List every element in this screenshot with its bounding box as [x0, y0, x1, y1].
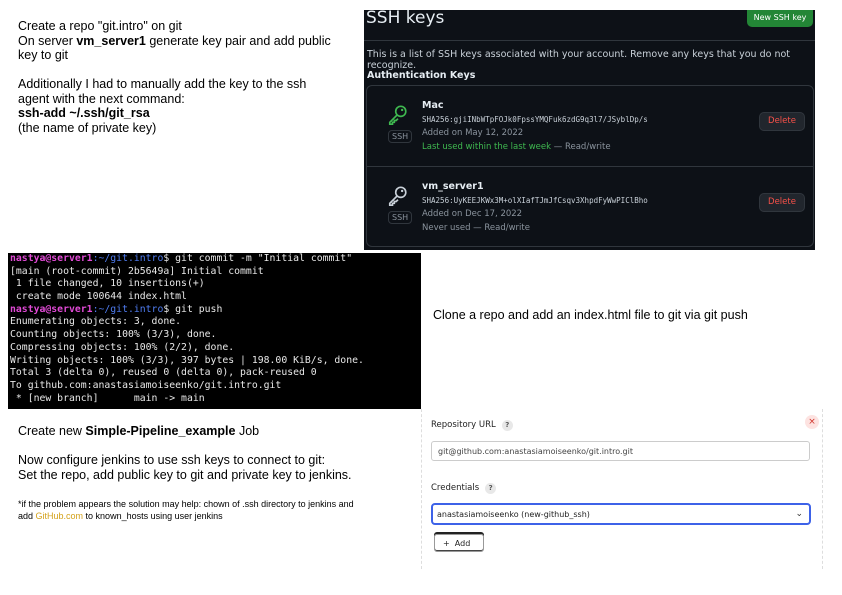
terminal-output-line: Writing objects: 100% (3/3), 397 bytes |…: [10, 354, 364, 366]
key-icon: [388, 186, 407, 206]
divider: [822, 409, 823, 569]
key-name: Mac: [422, 100, 444, 111]
ssh-keys-title: SSH keys: [366, 10, 445, 28]
new-ssh-key-button[interactable]: New SSH key: [747, 10, 813, 27]
key-name: vm_server1: [422, 181, 484, 192]
terminal-output-line: Total 3 (delta 0), reused 0 (delta 0), p…: [10, 367, 317, 379]
ssh-key-list: SSH Mac SHA256:gjiINbWTpFOJk0FpssYMQFuk6…: [366, 85, 814, 247]
note-line: Additionally I had to manually add the k…: [18, 77, 307, 91]
note-line: Now configure jenkins to use ssh keys to…: [18, 453, 326, 467]
ssh-key-row: SSH Mac SHA256:gjiINbWTpFOJk0FpssYMQFuk6…: [367, 86, 813, 166]
jenkins-scm-form: × Repository URL? git@github.com:anastas…: [421, 409, 823, 569]
repository-url-input[interactable]: git@github.com:anastasiamoiseenko/git.in…: [431, 441, 810, 461]
terminal-output-line: Enumerating objects: 3, done.: [10, 316, 182, 328]
add-credentials-button[interactable]: + Add: [434, 534, 484, 552]
delete-key-button[interactable]: Delete: [759, 112, 805, 131]
plus-icon: +: [443, 539, 450, 548]
terminal-output-line: [main (root-commit) 2b5649a] Initial com…: [10, 265, 264, 277]
note-line: Create new Simple-Pipeline_example Job: [18, 424, 260, 438]
note-line: Set the repo, add public key to git and …: [18, 467, 352, 482]
ssh-tag: SSH: [388, 211, 413, 224]
troubleshooting-note: *if the problem appears the solution may…: [18, 498, 418, 522]
credentials-label: Credentials?: [431, 483, 497, 494]
note-line: On server vm_server1 generate key pair a…: [18, 33, 331, 48]
clone-note: Clone a repo and add an index.html file …: [433, 308, 748, 322]
terminal-output-line: To github.com:anastasiamoiseenko/git.int…: [10, 379, 282, 391]
divider: [421, 409, 422, 569]
note-line: agent with the next command:: [18, 91, 185, 106]
chevron-down-icon: ⌄: [795, 509, 803, 519]
help-icon[interactable]: ?: [485, 483, 497, 494]
key-usage: Never used — Read/write: [422, 223, 530, 233]
github-link[interactable]: GitHub.com: [36, 511, 84, 521]
key-icon: [388, 105, 407, 125]
terminal-output-line: * [new branch] main -> main: [10, 392, 205, 404]
terminal-window: nastya@server1:~/git.intro$ git commit -…: [8, 253, 421, 409]
authentication-keys-heading: Authentication Keys: [367, 70, 476, 81]
ssh-key-row: SSH vm_server1 SHA256:UyKEEJKWx3M+olXIaf…: [367, 166, 813, 247]
ssh-keys-description: This is a list of SSH keys associated wi…: [367, 49, 790, 71]
note-line: Create a repo "git.intro" on git: [18, 19, 182, 33]
note-line: (the name of private key): [18, 120, 157, 135]
divider: [364, 40, 815, 41]
repository-url-label: Repository URL?: [431, 420, 513, 431]
instructions-bottom: Create new Simple-Pipeline_example Job N…: [18, 424, 408, 482]
key-added-date: Added on May 12, 2022: [422, 128, 524, 138]
ssh-keys-panel: SSH keys New SSH key This is a list of S…: [364, 10, 815, 250]
terminal-output-line: create mode 100644 index.html: [10, 291, 187, 303]
terminal-command-line: nastya@server1:~/git.intro$ git push: [10, 303, 223, 315]
terminal-output-line: Counting objects: 100% (3/3), done.: [10, 329, 217, 341]
help-icon[interactable]: ?: [501, 420, 513, 431]
close-icon[interactable]: ×: [805, 415, 819, 429]
terminal-output-line: 1 file changed, 10 insertions(+): [10, 278, 205, 290]
key-usage: Last used within the last week — Read/wr…: [422, 142, 611, 152]
ssh-tag: SSH: [388, 130, 413, 143]
note-line: key to git: [18, 48, 69, 62]
command-text: ssh-add ~/.ssh/git_rsa: [18, 106, 150, 120]
terminal-output-line: Compressing objects: 100% (2/2), done.: [10, 341, 235, 353]
instructions-top: Create a repo "git.intro" on git On serv…: [18, 19, 358, 135]
delete-key-button[interactable]: Delete: [759, 193, 805, 212]
terminal-command-line: nastya@server1:~/git.intro$ git commit -…: [10, 253, 353, 264]
credentials-select[interactable]: anastasiamoiseenko (new-github_ssh) ⌄: [431, 503, 811, 525]
key-added-date: Added on Dec 17, 2022: [422, 209, 523, 219]
note-line: add GitHub.com to known_hosts using user…: [18, 511, 223, 521]
note-line: *if the problem appears the solution may…: [18, 499, 354, 509]
key-fingerprint: SHA256:UyKEEJKWx3M+olXIafTJmJfCsqv3XhpdF…: [422, 196, 648, 205]
key-fingerprint: SHA256:gjiINbWTpFOJk0FpssYMQFuk6zdG9q3l7…: [422, 115, 648, 124]
